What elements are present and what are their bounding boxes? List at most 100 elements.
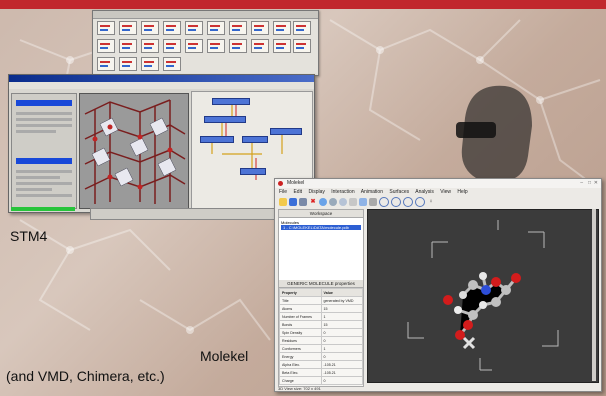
palette-item[interactable] xyxy=(163,57,181,71)
caption-stm4: STM4 xyxy=(10,228,48,244)
workspace-tree[interactable]: Molecules 1 - C:\MOLEKEL\DATA\molecule.p… xyxy=(279,218,363,280)
properties-header: GENERIC MOLECULE properties xyxy=(279,280,363,288)
export-icon[interactable] xyxy=(299,197,307,206)
table-row[interactable]: Number of Frames 1 xyxy=(279,312,363,321)
palette-item[interactable] xyxy=(119,21,137,35)
menu-display[interactable]: Display xyxy=(308,189,324,195)
stm4-status-strip xyxy=(90,208,277,220)
stm4-panel-row[interactable] xyxy=(16,176,60,179)
palette-item[interactable] xyxy=(97,21,115,35)
stm4-panel-row[interactable] xyxy=(16,170,72,173)
palette-item[interactable] xyxy=(119,39,137,53)
table-row[interactable]: Energy 0 xyxy=(279,352,363,361)
molekel-3d-viewport[interactable] xyxy=(367,209,599,383)
molekel-scrollbar[interactable] xyxy=(592,209,596,381)
menu-animation[interactable]: Animation xyxy=(361,189,383,195)
palette-item[interactable] xyxy=(207,21,225,35)
palette-item[interactable] xyxy=(119,57,137,71)
pan-icon[interactable] xyxy=(391,196,401,207)
stm4-menubar[interactable] xyxy=(9,82,314,89)
network-node[interactable] xyxy=(240,168,266,175)
menu-surfaces[interactable]: Surfaces xyxy=(389,189,409,195)
open-icon[interactable] xyxy=(279,197,287,206)
stm4-editor-window[interactable] xyxy=(92,10,319,76)
palette-item[interactable] xyxy=(141,57,159,71)
column-header: Value xyxy=(320,288,363,297)
palette-item[interactable] xyxy=(141,39,159,53)
tree-item-selected[interactable]: 1 - C:\MOLEKEL\DATA\molecule.pdb xyxy=(281,225,361,230)
table-row[interactable]: Title generated by VMD xyxy=(279,296,363,305)
close-icon[interactable]: ✕ xyxy=(594,179,598,188)
network-node[interactable] xyxy=(270,128,302,135)
palette-item[interactable] xyxy=(163,39,181,53)
reset-icon[interactable] xyxy=(339,197,347,206)
molekel-window[interactable]: Molekel – □ ✕ File Edit Display Interact… xyxy=(274,178,602,392)
palette-item[interactable] xyxy=(293,21,311,35)
stm4-crystal-viewport[interactable] xyxy=(79,93,189,209)
table-row[interactable]: Atoms 15 xyxy=(279,304,363,313)
save-icon[interactable] xyxy=(289,197,297,206)
property-value: 1 xyxy=(320,312,363,321)
menu-edit[interactable]: Edit xyxy=(293,189,302,195)
property-value: 0 xyxy=(320,352,363,361)
menu-help[interactable]: Help xyxy=(457,189,467,195)
stm4-control-panel[interactable] xyxy=(11,93,77,209)
property-name: Number of Frames xyxy=(279,312,322,321)
network-node[interactable] xyxy=(242,136,268,143)
molekel-menubar: File Edit Display Interaction Animation … xyxy=(275,188,601,196)
table-row[interactable]: Residues 0 xyxy=(279,336,363,345)
palette-item[interactable] xyxy=(273,39,291,53)
property-name: Energy xyxy=(279,352,322,361)
settings-icon[interactable] xyxy=(329,197,337,206)
select-icon[interactable] xyxy=(359,197,367,206)
palette-item[interactable] xyxy=(207,39,225,53)
rotate-icon[interactable] xyxy=(369,197,377,206)
property-value: -105.21 xyxy=(320,360,363,369)
delete-icon[interactable]: ✖ xyxy=(309,198,317,206)
palette-item[interactable] xyxy=(273,21,291,35)
stm4-panel-row[interactable] xyxy=(16,182,72,185)
palette-item[interactable] xyxy=(229,21,247,35)
palette-item[interactable] xyxy=(251,39,269,53)
menu-interaction[interactable]: Interaction xyxy=(331,189,354,195)
palette-item[interactable] xyxy=(141,21,159,35)
minimize-icon[interactable]: – xyxy=(580,179,583,188)
stm4-panel-row[interactable] xyxy=(16,124,72,127)
person-icon[interactable]: ♀ xyxy=(427,198,435,206)
stm4-panel-row[interactable] xyxy=(16,188,52,191)
molekel-app-icon xyxy=(278,181,283,186)
table-row[interactable]: Beta Elec. -105.21 xyxy=(279,368,363,377)
property-value: 15 xyxy=(320,304,363,313)
zoom-icon[interactable] xyxy=(379,196,389,207)
measure-icon[interactable] xyxy=(349,197,357,206)
palette-item[interactable] xyxy=(251,21,269,35)
stm4-main-window[interactable] xyxy=(8,74,315,213)
palette-item[interactable] xyxy=(185,21,203,35)
molecule-icon[interactable] xyxy=(319,197,327,206)
stm4-panel-row[interactable] xyxy=(16,194,72,197)
workspace-header: Workspace xyxy=(279,210,363,218)
table-row[interactable]: Charge 0 xyxy=(279,376,363,385)
table-row[interactable]: Alpha Elec. -105.21 xyxy=(279,360,363,369)
menu-file[interactable]: File xyxy=(279,189,287,195)
network-node[interactable] xyxy=(212,98,250,105)
menu-analysis[interactable]: Analysis xyxy=(415,189,434,195)
stm4-panel-row[interactable] xyxy=(16,112,72,115)
stm4-panel-row[interactable] xyxy=(16,130,56,133)
table-row[interactable]: Conformers 1 xyxy=(279,344,363,353)
table-row[interactable]: Bonds 15 xyxy=(279,320,363,329)
network-node[interactable] xyxy=(204,116,246,123)
play-icon[interactable] xyxy=(403,196,413,207)
palette-item[interactable] xyxy=(293,39,311,53)
maximize-icon[interactable]: □ xyxy=(588,179,591,188)
palette-item[interactable] xyxy=(97,39,115,53)
network-node[interactable] xyxy=(200,136,234,143)
palette-item[interactable] xyxy=(163,21,181,35)
stm4-panel-row[interactable] xyxy=(16,118,72,121)
palette-item[interactable] xyxy=(229,39,247,53)
palette-item[interactable] xyxy=(97,57,115,71)
table-row[interactable]: Spin Density 0 xyxy=(279,328,363,337)
menu-view[interactable]: View xyxy=(440,189,451,195)
stop-icon[interactable] xyxy=(415,196,425,207)
palette-item[interactable] xyxy=(185,39,203,53)
